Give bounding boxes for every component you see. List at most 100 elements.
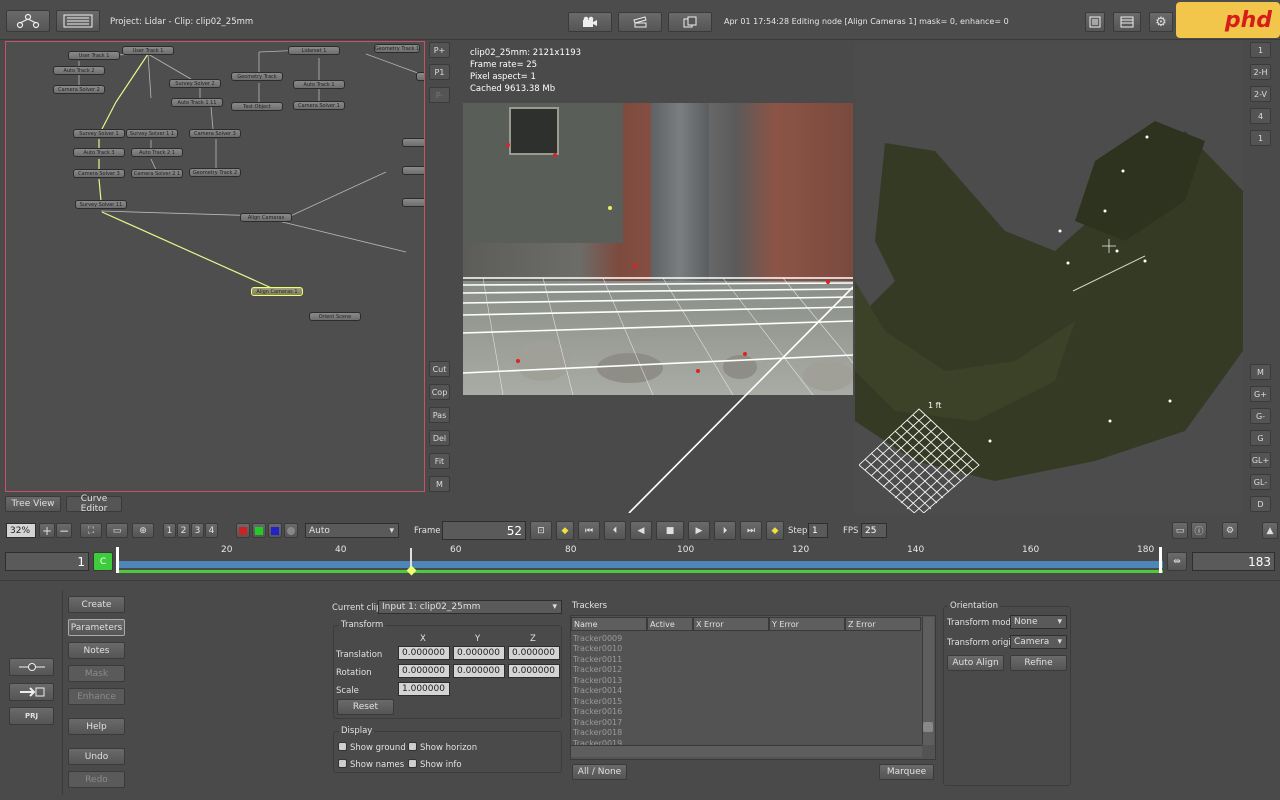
3d-view[interactable]: 1 ft (855, 41, 1243, 513)
node-item[interactable]: User Track 1 (68, 51, 120, 60)
timeline-in-marker[interactable] (116, 547, 119, 573)
rotation-x-field[interactable]: 0.000000 (398, 664, 450, 678)
clip-viewer[interactable]: clip02_25mm: 2121x1193 Frame rate= 25 Pi… (463, 41, 853, 513)
view-2h-button[interactable]: 2-H (1250, 64, 1271, 80)
help-button[interactable]: Help (68, 718, 125, 735)
play-reverse-icon[interactable]: ◀ (630, 521, 652, 540)
show-ground-checkbox[interactable]: ✓ (338, 742, 347, 753)
node-item[interactable] (416, 72, 424, 81)
node-item[interactable]: Test Object (231, 102, 283, 111)
node-item[interactable]: Camera Solver 2 (53, 85, 105, 94)
rotation-z-field[interactable]: 0.000000 (508, 664, 560, 678)
frame-field[interactable]: 52 (442, 521, 526, 540)
last-frame-icon[interactable]: ⏭ (740, 521, 762, 540)
node-item[interactable] (402, 198, 424, 207)
view-4-button[interactable]: 4 (1250, 108, 1271, 124)
copy-button[interactable]: Cop (429, 384, 450, 400)
transform-origin-select[interactable]: Camera ▾ (1010, 635, 1067, 649)
center-icon[interactable]: ⊕ (132, 523, 154, 538)
table-row[interactable]: Tracker0010 (573, 644, 622, 653)
node-link-icon[interactable] (9, 658, 54, 676)
show-horizon-checkbox[interactable]: ✓ (408, 742, 417, 753)
view-2v-button[interactable]: 2-V (1250, 86, 1271, 102)
refine-button[interactable]: Refine (1010, 655, 1067, 671)
grid-lines-minus-button[interactable]: GL- (1250, 474, 1271, 490)
table-row[interactable]: Tracker0014 (573, 686, 622, 695)
timeline-out-marker[interactable] (1159, 547, 1162, 573)
tracker-col-name[interactable]: Name (571, 617, 647, 631)
alpha-channel-button[interactable] (284, 523, 298, 538)
red-channel-button[interactable] (236, 523, 250, 538)
table-row[interactable]: Tracker0009 (573, 634, 622, 643)
current-clip-select[interactable]: Input 1: clip02_25mm ▾ (378, 600, 562, 614)
snapshot-icon[interactable]: ⊡ (530, 521, 552, 540)
project-icon[interactable]: PRJ (9, 707, 54, 725)
step-back-icon[interactable]: ⏴ (604, 521, 626, 540)
copy-frames-icon[interactable] (668, 12, 712, 32)
table-row[interactable]: Tracker0015 (573, 697, 622, 706)
marquee-button[interactable]: Marquee (879, 764, 934, 780)
reset-button[interactable]: Reset (337, 699, 394, 715)
translation-x-field[interactable]: 0.000000 (398, 646, 450, 660)
timeline-end-field[interactable]: 183 (1192, 552, 1275, 571)
grid-plus-button[interactable]: G+ (1250, 386, 1271, 402)
camera-icon[interactable] (568, 12, 612, 32)
grid-lines-plus-button[interactable]: GL+ (1250, 452, 1271, 468)
monitor-icon[interactable]: ▭ (1172, 522, 1188, 539)
all-none-button[interactable]: All / None (572, 764, 627, 780)
step-forward-icon[interactable]: ⏵ (714, 521, 736, 540)
zoom-out-button[interactable]: − (56, 523, 72, 538)
node-item[interactable]: Camera Solver 2 1 (131, 169, 183, 178)
tab-tree-view[interactable]: Tree View (5, 496, 61, 512)
view-3-tab[interactable]: 3 (191, 523, 204, 538)
table-icon[interactable] (1113, 12, 1141, 32)
redo-button[interactable]: Redo (68, 771, 125, 788)
auto-align-button[interactable]: Auto Align (947, 655, 1004, 671)
node-item[interactable]: Survey Solver 2 (169, 79, 221, 88)
table-row[interactable]: Tracker0016 (573, 707, 622, 716)
node-item[interactable]: Survey Solver 11 (75, 200, 127, 209)
page-plus-button[interactable]: P+ (429, 42, 450, 58)
channel-select[interactable]: Auto ▾ (305, 523, 399, 538)
table-row[interactable]: Tracker0012 (573, 665, 622, 674)
translation-y-field[interactable]: 0.000000 (453, 646, 505, 660)
mask-button[interactable]: Mask (68, 665, 125, 682)
node-item[interactable]: Lidarset 1 (288, 46, 340, 55)
node-tree-panel[interactable]: User Track 1 Auto Track 2 Camera Solver … (5, 41, 425, 492)
node-item[interactable]: Geometry Track (231, 72, 283, 81)
play-icon[interactable]: ▶ (688, 521, 710, 540)
enhance-button[interactable]: Enhance (68, 688, 125, 705)
clapper-icon[interactable] (618, 12, 662, 32)
view-1-tab[interactable]: 1 (163, 523, 176, 538)
translation-z-field[interactable]: 0.000000 (508, 646, 560, 660)
node-item[interactable]: Camera Solver 3 (189, 129, 241, 138)
node-item[interactable] (402, 166, 424, 175)
prev-key-icon[interactable]: ◆ (556, 521, 574, 540)
node-item[interactable]: Camera Solver 3 (73, 169, 125, 178)
table-row[interactable]: Tracker0013 (573, 676, 622, 685)
table-row[interactable]: Tracker0017 (573, 718, 622, 727)
green-channel-button[interactable] (252, 523, 266, 538)
node-item[interactable]: Auto Track 1 (293, 80, 345, 89)
node-item[interactable]: Align Cameras (240, 213, 292, 222)
node-item[interactable]: Survey Solver 1 1 (126, 129, 178, 138)
tracker-col-y-error[interactable]: Y Error (769, 617, 845, 631)
zoom-field[interactable]: 32% (6, 523, 36, 538)
node-item[interactable] (402, 138, 424, 147)
timeline-start-field[interactable]: 1 (5, 552, 89, 571)
safe-frame-icon[interactable]: ▭ (106, 523, 128, 538)
collapse-icon[interactable]: ▲ (1262, 522, 1278, 539)
view-1b-button[interactable]: 1 (1250, 130, 1271, 146)
m-button[interactable]: M (1250, 364, 1271, 380)
grid-button[interactable]: G (1250, 430, 1271, 446)
table-row[interactable]: Tracker0018 (573, 728, 622, 737)
node-item-selected[interactable]: Align Cameras 1 (251, 287, 303, 296)
rotation-y-field[interactable]: 0.000000 (453, 664, 505, 678)
create-button[interactable]: Create (68, 596, 125, 613)
fit-frame-icon[interactable]: ⛶ (80, 523, 102, 538)
timeline-range-icon[interactable]: ⇹ (1167, 552, 1187, 571)
delete-button[interactable]: Del (429, 430, 450, 446)
tracker-col-x-error[interactable]: X Error (693, 617, 769, 631)
cut-button[interactable]: Cut (429, 361, 450, 377)
scale-field[interactable]: 1.000000 (398, 682, 450, 696)
